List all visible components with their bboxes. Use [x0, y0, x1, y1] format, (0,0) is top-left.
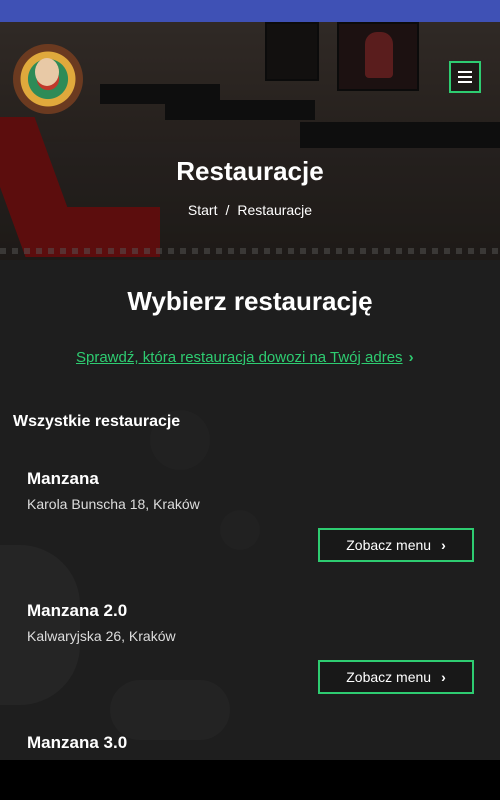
hamburger-menu-icon: [458, 71, 472, 83]
chevron-right-icon: ›: [441, 537, 446, 553]
chevron-right-icon: ›: [408, 349, 414, 366]
breadcrumb: Start / Restauracje: [0, 202, 500, 218]
chevron-right-icon: ›: [441, 669, 446, 685]
status-bar: [0, 0, 500, 22]
restaurant-address: Karola Bunscha 18, Kraków: [27, 496, 200, 512]
view-menu-label: Zobacz menu: [346, 669, 432, 685]
main-content: Wybierz restaurację Sprawdź, która resta…: [0, 260, 500, 760]
page-hero-title: Restauracje: [176, 156, 324, 186]
view-menu-button[interactable]: Zobacz menu ›: [318, 660, 474, 694]
page-title: Wybierz restaurację: [127, 286, 373, 316]
breadcrumb-separator: /: [225, 202, 230, 218]
delivery-check-label: Sprawdź, która restauracja dowozi na Twó…: [76, 349, 403, 366]
background-decoration: [0, 545, 80, 705]
restaurant-address: Kalwaryjska 26, Kraków: [27, 628, 176, 644]
delivery-check-link[interactable]: Sprawdź, która restauracja dowozi na Twó…: [76, 349, 414, 366]
section-title: Wszystkie restauracje: [13, 413, 181, 430]
breadcrumb-current: Restauracje: [237, 202, 313, 218]
restaurant-name[interactable]: Manzana 2.0: [27, 601, 127, 621]
view-menu-label: Zobacz menu: [346, 537, 432, 553]
navigation-bar: [0, 760, 500, 800]
breadcrumb-start[interactable]: Start: [188, 202, 218, 218]
hamburger-menu-button[interactable]: [449, 61, 481, 93]
restaurant-name[interactable]: Manzana 3.0: [27, 733, 127, 753]
background-decoration: [110, 680, 230, 740]
logo-face: [35, 58, 59, 86]
view-menu-button[interactable]: Zobacz menu ›: [318, 528, 474, 562]
background-decoration: [220, 510, 260, 550]
restaurant-name[interactable]: Manzana: [27, 469, 99, 489]
hero-divider: [0, 248, 500, 254]
